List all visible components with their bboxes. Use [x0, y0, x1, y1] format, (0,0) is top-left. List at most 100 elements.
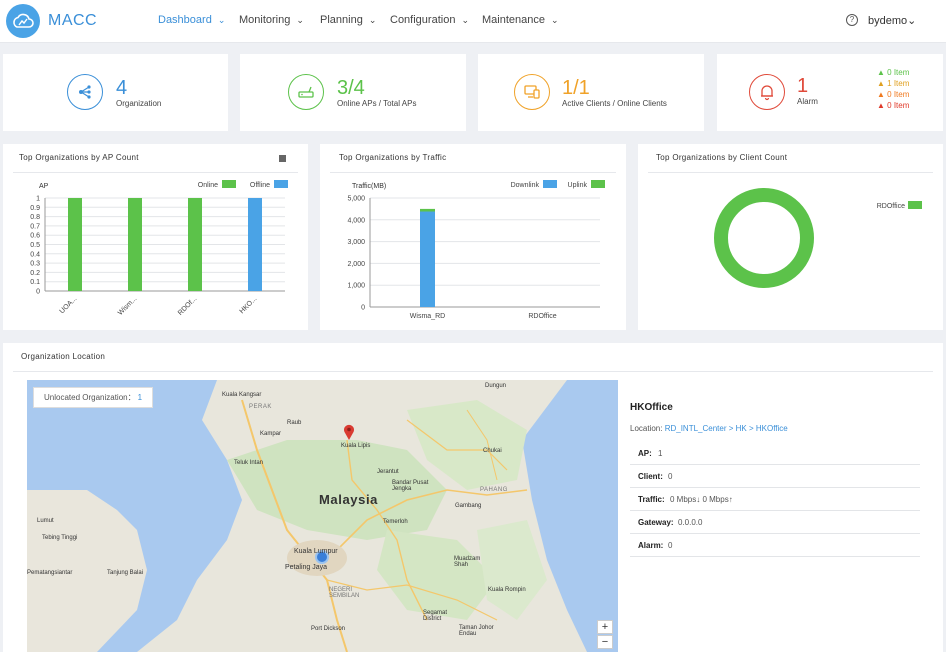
devices-icon — [514, 74, 550, 110]
bar-online — [188, 198, 202, 291]
legend-swatch — [543, 180, 557, 188]
detail-row-traffic: Traffic: 0 Mbps↓ 0 Mbps↑ — [630, 488, 920, 511]
panel-title: Organization Location — [21, 352, 106, 361]
chevron-down-icon: ⌄ — [907, 15, 917, 27]
help-icon[interactable]: ? — [846, 14, 858, 26]
ap-count-panel: Top Organizations by AP Count AP 0 0.1 0.2 0… — [3, 144, 308, 330]
legend-swatch — [274, 180, 288, 188]
map-country-label: Malaysia — [319, 492, 379, 507]
y-tick-label: 5,000 — [347, 196, 365, 203]
router-icon — [288, 74, 324, 110]
x-tick-label: Wisma_RD — [410, 313, 445, 320]
y-tick-label: 0.7 — [30, 223, 40, 230]
chevron-down-icon: ⌄ — [461, 15, 469, 25]
ap-count-chart: AP 0 0.1 0.2 0.3 0.4 0.5 0.6 0.7 0.8 0.9 1 UOA... Wis… — [30, 180, 288, 317]
aps-count: 3/4 — [337, 77, 365, 99]
menu-dashboard[interactable]: Dashboard ⌄ — [158, 14, 225, 26]
y-tick-label: 0 — [361, 305, 365, 312]
bar-uplink — [420, 208, 435, 212]
y-tick-label: 0.3 — [30, 261, 40, 268]
traffic-panel: Top Organizations by Traffic Traffic(MB)… — [320, 144, 626, 330]
bar-online — [128, 198, 142, 291]
org-detail-location: Location: RD_INTL_Center > HK > HKOffice — [630, 424, 788, 433]
legend-label: Downlink — [511, 182, 540, 189]
legend-swatch — [908, 201, 922, 209]
alarm-level-minor: ▲ 1 Item — [877, 79, 910, 88]
legend-label: Uplink — [568, 182, 588, 189]
legend-swatch — [591, 180, 605, 188]
x-tick-label: HKO... — [239, 295, 259, 315]
y-tick-label: 0.4 — [30, 251, 40, 258]
location-breadcrumb-link[interactable]: RD_INTL_Center > HK > HKOffice — [665, 424, 788, 433]
y-tick-label: 0.6 — [30, 233, 40, 240]
chevron-down-icon: ⌄ — [368, 15, 377, 25]
zoom-out-button[interactable]: − — [597, 635, 613, 649]
y-axis-label: AP — [39, 183, 49, 190]
menu-planning[interactable]: Planning ⌄ — [320, 14, 376, 26]
legend-label: Offline — [250, 182, 270, 189]
y-tick-label: 1 — [36, 196, 40, 203]
client-count-chart: RDOffice — [714, 188, 922, 288]
x-tick-label: RDOffice — [528, 313, 556, 320]
chevron-down-icon: ⌄ — [296, 15, 304, 25]
bar-downlink — [420, 211, 435, 307]
x-tick-label: RDOf... — [177, 295, 198, 316]
alarm-count: 1 — [797, 75, 809, 97]
detail-row-gateway: Gateway: 0.0.0.0 — [630, 511, 920, 534]
org-detail-title: HKOffice — [630, 402, 673, 413]
alarm-level-info: ▲ 0 Item — [877, 68, 910, 77]
client-count-panel: Top Organizations by Client Count RDOffi… — [638, 144, 943, 330]
alarm-label: Alarm — [797, 97, 818, 106]
brand-title[interactable]: MACC — [48, 12, 97, 30]
stat-card-organization[interactable]: 4 Organization — [3, 54, 228, 131]
x-tick-label: UOA... — [59, 295, 79, 315]
y-tick-label: 1,000 — [347, 283, 365, 290]
organization-count: 4 — [116, 77, 128, 99]
y-tick-label: 0.5 — [30, 242, 40, 249]
y-tick-label: 0.1 — [30, 279, 40, 286]
x-tick-label: Wism... — [117, 295, 138, 316]
clients-label: Active Clients / Online Clients — [562, 99, 667, 108]
chevron-down-icon: ⌄ — [217, 15, 226, 25]
top-nav: MACC Dashboard ⌄ Monitoring ⌄ Planning ⌄ Co… — [0, 0, 946, 43]
chevron-down-icon: ⌄ — [551, 15, 559, 25]
zoom-in-button[interactable]: + — [597, 620, 613, 634]
bell-icon — [749, 74, 785, 110]
pie-slice — [714, 188, 814, 288]
menu-monitoring[interactable]: Monitoring ⌄ — [239, 14, 304, 26]
y-tick-label: 0.9 — [30, 205, 40, 212]
location-pin-icon[interactable] — [343, 424, 355, 440]
y-tick-label: 3,000 — [347, 239, 365, 246]
y-tick-label: 0.2 — [30, 270, 40, 277]
cloud-logo-icon[interactable] — [6, 4, 40, 38]
y-tick-label: 0.8 — [30, 214, 40, 221]
stat-card-clients[interactable]: 1/1 Active Clients / Online Clients — [478, 54, 704, 131]
map-canvas[interactable] — [27, 380, 618, 652]
alarm-level-critical: ▲ 0 Item — [877, 101, 910, 110]
network-icon — [67, 74, 103, 110]
stat-card-alarm[interactable]: 1 Alarm ▲ 0 Item ▲ 1 Item ▲ 0 Item ▲ 0 I… — [717, 54, 943, 131]
y-tick-label: 2,000 — [347, 261, 365, 268]
stat-card-aps[interactable]: 3/4 Online APs / Total APs — [240, 54, 466, 131]
user-menu[interactable]: bydemo⌄ — [868, 14, 916, 27]
menu-configuration[interactable]: Configuration ⌄ — [390, 14, 469, 26]
y-tick-label: 0 — [36, 289, 40, 296]
bar-online — [68, 198, 82, 291]
organization-label: Organization — [116, 99, 162, 108]
clients-count: 1/1 — [562, 77, 590, 99]
traffic-chart: Traffic(MB) 0 1,000 2,000 3,000 4,000 5,000 Wis… — [347, 180, 605, 320]
y-tick-label: 4,000 — [347, 217, 365, 224]
detail-row-client: Client: 0 — [630, 465, 920, 488]
legend-label: RDOffice — [877, 203, 905, 210]
detail-row-alarm: Alarm: 0 — [630, 534, 920, 557]
menu-maintenance[interactable]: Maintenance ⌄ — [482, 14, 559, 26]
bar-offline — [248, 198, 262, 291]
legend-swatch — [222, 180, 236, 188]
alarm-level-major: ▲ 0 Item — [877, 90, 910, 99]
aps-label: Online APs / Total APs — [337, 99, 417, 108]
detail-row-ap: AP: 1 — [630, 442, 920, 465]
organization-map[interactable]: Unlocated Organization： 1 Malaysia Kuala … — [27, 380, 618, 652]
y-axis-label: Traffic(MB) — [352, 183, 386, 190]
unlocated-organization-badge[interactable]: Unlocated Organization： 1 — [33, 387, 154, 408]
legend-label: Online — [198, 182, 218, 189]
